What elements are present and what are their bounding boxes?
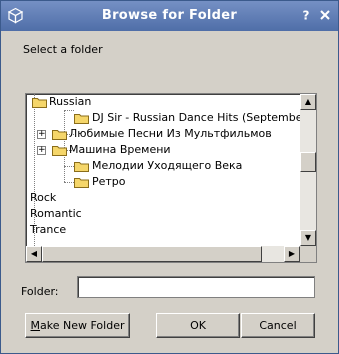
tree-item-label: Мелодии Уходящего Века [92, 159, 243, 172]
horizontal-scroll-thumb[interactable] [42, 246, 262, 262]
folder-icon [52, 146, 67, 156]
tree-item-label: Машина Времени [69, 143, 171, 156]
tree-item-label: Trance [30, 223, 67, 236]
tree-item-dj-sir[interactable]: DJ Sir - Russian Dance Hits (September 2… [26, 110, 300, 126]
tree-item-label: Romantic [30, 207, 82, 220]
ok-button[interactable]: OK [156, 313, 240, 338]
window-title: Browse for Folder [101, 8, 238, 23]
tree-item-rock[interactable]: Rock [26, 190, 300, 206]
prompt-text: Select a folder [23, 43, 103, 56]
title-bar[interactable]: Browse for Folder ? [1, 1, 338, 31]
folder-icon [74, 178, 89, 188]
folder-tree[interactable]: Russian DJ Sir - Russian Dance Hits (Sep… [25, 93, 317, 263]
tree-item-label: Любимые Песни Из Мультфильмов [69, 127, 272, 140]
tree-item-russian[interactable]: Russian [26, 94, 300, 110]
scroll-up-button[interactable]: ▲ [300, 94, 316, 110]
folder-icon [52, 130, 67, 140]
expand-toggle[interactable]: + [37, 130, 46, 139]
help-icon: ? [303, 9, 310, 23]
horizontal-scrollbar[interactable]: ◀ ▶ [26, 246, 300, 262]
close-icon [320, 10, 330, 20]
tree-item-trance[interactable]: Trance [26, 222, 300, 238]
tree-item-label: Russian [49, 95, 92, 108]
scroll-left-button[interactable]: ◀ [26, 246, 42, 262]
folder-field-label: Folder: [21, 285, 59, 298]
tree-item-retro[interactable]: Ретро [26, 174, 300, 190]
tree-item-cartoon-songs[interactable]: + Любимые Песни Из Мультфильмов [26, 126, 300, 142]
cancel-button[interactable]: Cancel [241, 313, 315, 338]
tree-item-label: Rock [30, 191, 57, 204]
folder-icon [32, 98, 47, 108]
folder-input[interactable] [77, 276, 315, 298]
arrow-down-icon: ▼ [304, 233, 312, 242]
tree-item-label: DJ Sir - Russian Dance Hits (September 2… [92, 111, 300, 124]
close-button[interactable] [318, 8, 332, 22]
scrollbar-corner [300, 246, 316, 262]
scroll-down-button[interactable]: ▼ [300, 230, 316, 246]
tree-item-label: Ретро [92, 175, 126, 188]
arrow-right-icon: ▶ [288, 249, 296, 258]
arrow-left-icon: ◀ [30, 249, 38, 258]
arrow-up-icon: ▲ [304, 97, 312, 106]
vertical-scrollbar[interactable]: ▲ ▼ [300, 94, 316, 246]
folder-icon [74, 114, 89, 124]
button-label: ake New Folder [40, 319, 125, 332]
scroll-right-button[interactable]: ▶ [284, 246, 300, 262]
browse-folder-dialog: Browse for Folder ? Select a folder Russ… [0, 0, 339, 354]
expand-toggle[interactable]: + [37, 146, 46, 155]
tree-item-mashina-vremeni[interactable]: + Машина Времени [26, 142, 300, 158]
tree-item-romantic[interactable]: Romantic [26, 206, 300, 222]
make-new-folder-button[interactable]: Make New Folder [25, 313, 130, 338]
help-button[interactable]: ? [299, 8, 313, 23]
mnemonic-letter: M [30, 319, 41, 332]
tree-viewport: Russian DJ Sir - Russian Dance Hits (Sep… [26, 94, 300, 246]
tree-item-melodies[interactable]: Мелодии Уходящего Века [26, 158, 300, 174]
folder-icon [74, 162, 89, 172]
vertical-scroll-thumb[interactable] [300, 152, 316, 172]
